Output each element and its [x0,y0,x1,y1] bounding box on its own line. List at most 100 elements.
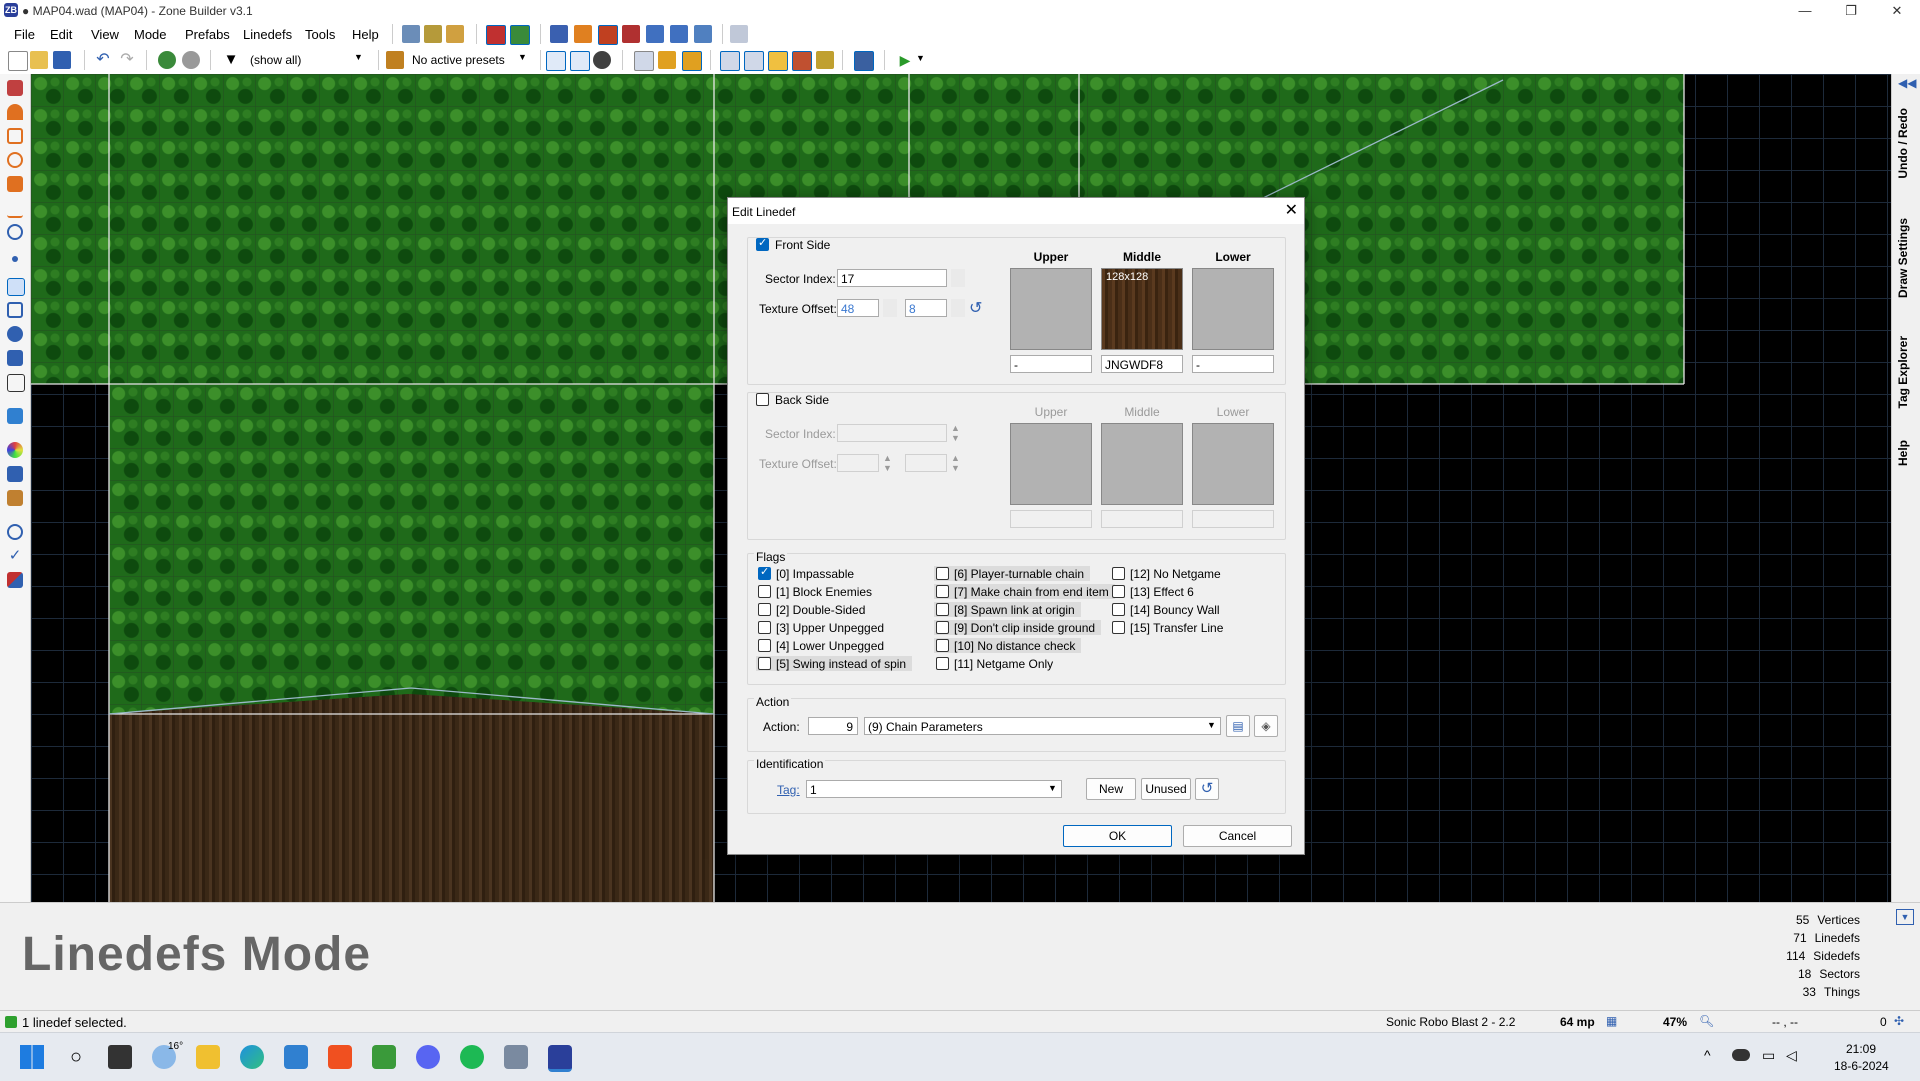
offset-x-input[interactable]: 48 [837,299,879,317]
lights-icon[interactable] [768,51,788,71]
tab-undo-redo[interactable]: Undo / Redo [1896,108,1910,179]
flag-checkbox[interactable] [936,567,949,580]
new-tag-button[interactable]: New [1086,778,1136,800]
flag-label[interactable]: [1] Block Enemies [776,585,872,599]
cancel-button[interactable]: Cancel [1183,825,1292,847]
flag-checkbox[interactable] [936,603,949,616]
menu-edit[interactable]: Edit [50,27,72,42]
task-view-icon[interactable] [108,1045,132,1069]
flag-checkbox[interactable] [1112,621,1125,634]
flag-checkbox[interactable] [1112,585,1125,598]
open-file-icon[interactable] [30,51,48,69]
flag-label[interactable]: [13] Effect 6 [1130,585,1194,599]
curve-icon[interactable] [550,25,568,43]
flag-label[interactable]: [6] Player-turnable chain [954,567,1084,581]
sector-index-spinner[interactable] [951,269,965,287]
screenshot-icon[interactable] [854,51,874,71]
flag-checkbox[interactable] [1112,567,1125,580]
chevron-down-icon[interactable]: ▼ [1048,783,1057,793]
tab-draw-settings[interactable]: Draw Settings [1896,218,1910,298]
maximize-button[interactable]: ❐ [1828,0,1874,22]
presets-dropdown[interactable]: No active presets [412,53,505,67]
store-icon[interactable] [284,1045,308,1069]
grid-list-icon[interactable] [744,51,764,71]
menu-view[interactable]: View [91,27,119,42]
draw-curve-icon[interactable] [7,104,23,120]
flag-label[interactable]: [7] Make chain from end item [954,585,1109,599]
back-sector-index-input[interactable] [837,424,947,442]
flag-label[interactable]: [8] Spawn link at origin [954,603,1075,617]
menu-linedefs[interactable]: Linedefs [243,27,292,42]
front-middle-texture[interactable]: 128x128 [1101,268,1183,350]
reset-tag-icon[interactable]: ↺ [1195,778,1219,800]
back-offset-y-input[interactable] [905,454,947,472]
things-mode-icon[interactable] [7,326,23,342]
back-offset-x-input[interactable] [837,454,879,472]
back-upper-texture-name[interactable] [1010,510,1092,528]
volume-icon[interactable]: ◁ [1786,1047,1797,1064]
view-mode-icon[interactable] [486,25,506,45]
clock-date[interactable]: 18-6-2024 [1834,1059,1889,1073]
play-icon[interactable]: ▶ [896,51,914,69]
flag-label[interactable]: [9] Don't clip inside ground [954,621,1095,635]
back-lower-texture[interactable] [1192,423,1274,505]
filter-dropdown[interactable]: (show all) [250,53,301,67]
brave-icon[interactable] [328,1045,352,1069]
offset-x-spinner[interactable] [883,299,897,317]
view-mode-2-icon[interactable] [510,25,530,45]
game-config[interactable]: Sonic Robo Blast 2 - 2.2 [1386,1015,1515,1029]
flag-checkbox[interactable] [758,565,771,580]
front-lower-texture-name[interactable]: - [1192,355,1274,373]
prefab-icon[interactable] [158,51,176,69]
draw-triangle-icon[interactable] [7,200,23,218]
transform-icon[interactable] [7,350,23,366]
grid-size[interactable]: 64 mp [1560,1015,1595,1029]
flag-label[interactable]: [10] No distance check [954,639,1075,653]
check-icon[interactable]: ✓ [7,548,23,564]
action-preset-button[interactable]: ◈ [1254,715,1278,737]
paste-icon[interactable] [658,51,676,69]
back-lower-texture-name[interactable] [1192,510,1274,528]
offset-y-spinner[interactable] [951,299,965,317]
back-middle-texture-name[interactable] [1101,510,1183,528]
flag-label[interactable]: [2] Double-Sided [776,603,865,617]
back-middle-texture[interactable] [1101,423,1183,505]
front-side-checkbox[interactable] [756,236,769,251]
flag-label[interactable]: [5] Swing instead of spin [776,657,906,671]
menu-tools[interactable]: Tools [305,27,335,42]
prefab-2-icon[interactable] [182,51,200,69]
menu-prefabs[interactable]: Prefabs [185,27,230,42]
flag-checkbox[interactable] [758,639,771,652]
copy-icon[interactable] [634,51,654,71]
undo-icon[interactable]: ↶ [94,51,112,69]
file-explorer-icon[interactable] [196,1045,220,1069]
draw-ellipse-icon[interactable] [7,152,23,168]
edge-icon[interactable] [240,1045,264,1069]
texture-icon[interactable] [598,25,618,45]
image-icon[interactable] [7,374,25,392]
new-file-icon[interactable] [8,51,28,71]
back-upper-texture[interactable] [1010,423,1092,505]
save-icon[interactable] [53,51,71,69]
windows-start-icon[interactable] [20,1045,44,1069]
paste-special-icon[interactable] [682,51,702,71]
rotate-icon[interactable]: ✣ [1894,1014,1904,1028]
minimize-button[interactable]: — [1782,0,1828,22]
snap-icon[interactable] [546,51,566,71]
close-button[interactable]: ✕ [1874,0,1920,22]
flag-checkbox[interactable] [758,657,771,670]
split-icon[interactable] [646,25,664,43]
flag-label[interactable]: [3] Upper Unpegged [776,621,884,635]
flag-label[interactable]: [4] Lower Unpegged [776,639,884,653]
grid-icon[interactable]: ▦ [1606,1014,1617,1028]
flag-checkbox[interactable] [758,585,771,598]
brightness-icon[interactable] [7,490,23,506]
find-icon[interactable] [7,524,23,540]
back-side-checkbox[interactable] [756,393,769,406]
presets-icon[interactable] [386,51,404,69]
sector-index-input[interactable]: 17 [837,269,947,287]
flag-checkbox[interactable] [1112,603,1125,616]
linedefs-mode-icon[interactable] [7,278,25,296]
expand-panel-icon[interactable]: ▼ [1896,909,1914,925]
search-icon[interactable]: ○ [64,1045,88,1069]
